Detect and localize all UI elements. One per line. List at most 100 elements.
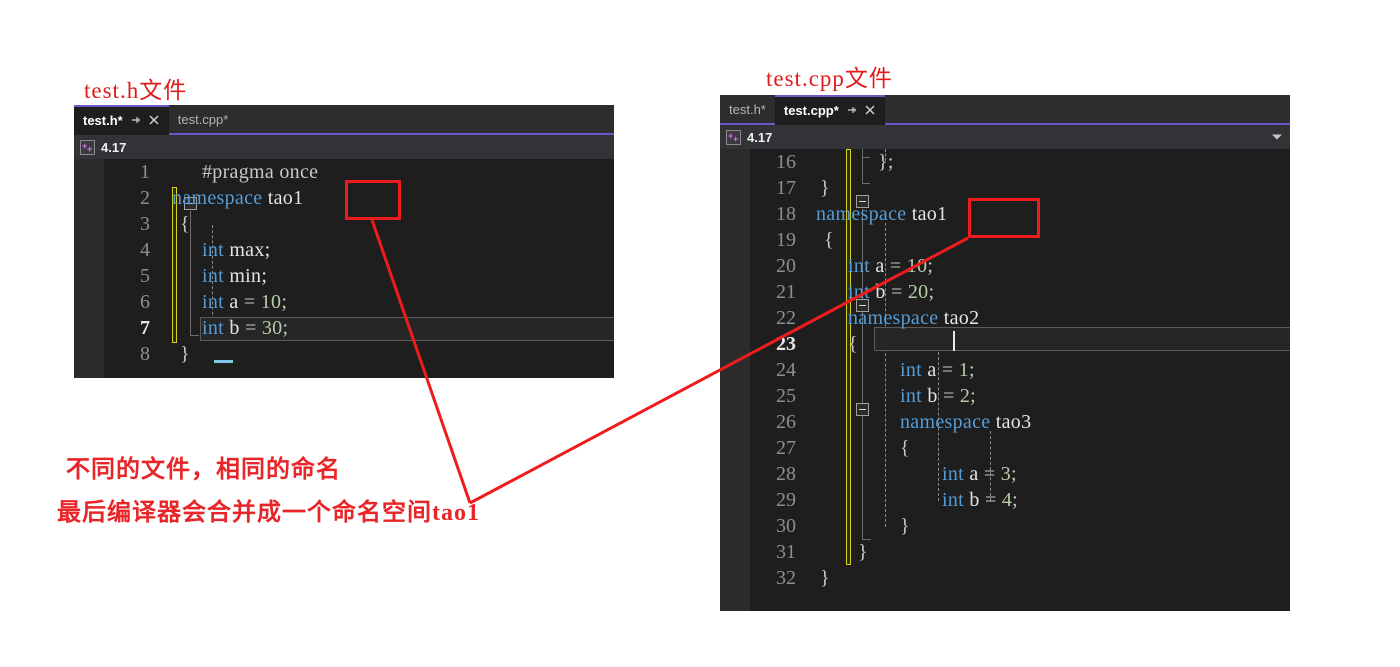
code-line[interactable]: 7 int b = 30; [104,315,614,341]
code-line[interactable]: 29 int b = 4; [750,487,1290,513]
line-number: 23 [776,333,796,355]
token-int: int [942,463,965,485]
token-number: 4 [1001,489,1013,511]
tab-test-cpp[interactable]: test.cpp* [168,105,238,133]
code-line[interactable]: 5 int min; [104,263,614,289]
token-int: int [202,265,225,287]
token-tao3: tao3 [995,411,1032,433]
line-number: 6 [140,291,150,313]
line-number: 32 [776,567,796,589]
fold-gutter [796,149,848,175]
code-text: int max; [202,240,271,260]
tab-icon-group [130,114,160,126]
code-line[interactable]: 20 int a = 10; [750,253,1290,279]
left-margin-strip [720,149,750,611]
code-line[interactable]: 31 } [750,539,1290,565]
token-int: int [848,281,871,303]
code-line[interactable]: 18 namespace tao1 [750,201,1290,227]
token-number: 2 [959,385,971,407]
token-semicolon: ; [927,255,934,277]
code-line[interactable]: 19 { [750,227,1290,253]
token-int: int [202,291,225,313]
token-semicolon: ; [970,385,977,407]
code-text: } [900,516,910,536]
code-line[interactable]: 4 int max; [104,237,614,263]
token-equals: = [941,359,954,381]
token-var-b: b [229,317,240,339]
code-line[interactable]: 25 int b = 2; [750,383,1290,409]
fold-gutter [150,211,202,237]
fold-gutter [796,409,848,435]
close-icon[interactable] [864,104,876,116]
token-tao2: tao2 [943,307,980,329]
code-line[interactable]: 22 namespace tao2 [750,305,1290,331]
token-brace-close-semi: }; [878,151,894,173]
code-area-right[interactable]: 16 }; 17 } 18 namespace tao1 19 { 20 int… [720,149,1290,611]
token-number: 10 [260,291,282,313]
tab-label: test.cpp* [177,111,229,127]
token-namespace: namespace [900,411,991,433]
code-line[interactable]: 23 { [750,331,1290,357]
code-area-left[interactable]: 1 #pragma once 2 namespace tao1 3 { 4 in… [74,159,614,378]
token-number: 1 [958,359,970,381]
pin-icon[interactable] [846,104,858,116]
tab-test-cpp[interactable]: test.cpp* [774,95,885,125]
tab-test-h[interactable]: test.h* [74,105,169,135]
code-line[interactable]: 2 namespace tao1 [104,185,614,211]
fold-gutter [796,539,848,565]
code-line[interactable]: 6 int a = 10; [104,289,614,315]
token-equals: = [942,385,955,407]
token-var-a: a [969,463,979,485]
code-body-right[interactable]: 16 }; 17 } 18 namespace tao1 19 { 20 int… [750,149,1290,611]
token-equals: = [889,255,902,277]
token-brace-close: } [858,541,868,563]
tab-label: test.cpp* [783,102,839,118]
caption-test-cpp: test.cpp文件 [766,66,893,91]
code-line[interactable]: 30 } [750,513,1290,539]
code-line[interactable]: 8 } [104,341,614,367]
pin-icon[interactable] [130,114,142,126]
fold-gutter [796,331,848,357]
code-text: int b = 2; [900,386,976,406]
fold-gutter [796,201,848,227]
editor-window-test-h: test.h* test.cpp* + + 4.17 1 #pragma onc… [74,105,614,378]
annotation-note-line-2: 最后编译器会合并成一个命名空间tao1 [57,500,480,526]
token-namespace: namespace [848,307,939,329]
fold-gutter [796,565,848,591]
code-text: int b = 20; [848,282,934,302]
fold-gutter [796,487,848,513]
line-number: 24 [776,359,796,381]
line-number: 1 [140,161,150,183]
code-line[interactable]: 21 int b = 20; [750,279,1290,305]
line-number: 30 [776,515,796,537]
code-text: namespace tao3 [900,412,1031,432]
token-int: int [900,359,923,381]
fold-gutter [796,253,848,279]
line-number: 2 [140,187,150,209]
code-text: int a = 10; [202,292,287,312]
token-int: int [202,317,225,339]
line-number: 29 [776,489,796,511]
token-brace-open: { [848,333,858,355]
code-line[interactable]: 27 { [750,435,1290,461]
fold-gutter [796,279,848,305]
tab-strip-right: test.h* test.cpp* [720,95,1290,125]
code-line[interactable]: 26 namespace tao3 [750,409,1290,435]
code-line[interactable]: 16 }; [750,149,1290,175]
line-number: 31 [776,541,796,563]
line-number: 26 [776,411,796,433]
code-line[interactable]: 1 #pragma once [104,159,614,185]
token-int: int [942,489,965,511]
code-line[interactable]: 3 { [104,211,614,237]
close-icon[interactable] [148,114,160,126]
code-text: } [858,542,868,562]
code-line[interactable]: 17 } [750,175,1290,201]
code-line[interactable]: 24 int a = 1; [750,357,1290,383]
chevron-down-icon[interactable] [1272,134,1282,140]
tab-test-h[interactable]: test.h* [720,95,775,123]
code-line[interactable]: 32 } [750,565,1290,591]
line-number: 18 [776,203,796,225]
code-body-left[interactable]: 1 #pragma once 2 namespace tao1 3 { 4 in… [104,159,614,378]
token-tao1: tao1 [267,187,304,209]
code-line[interactable]: 28 int a = 3; [750,461,1290,487]
